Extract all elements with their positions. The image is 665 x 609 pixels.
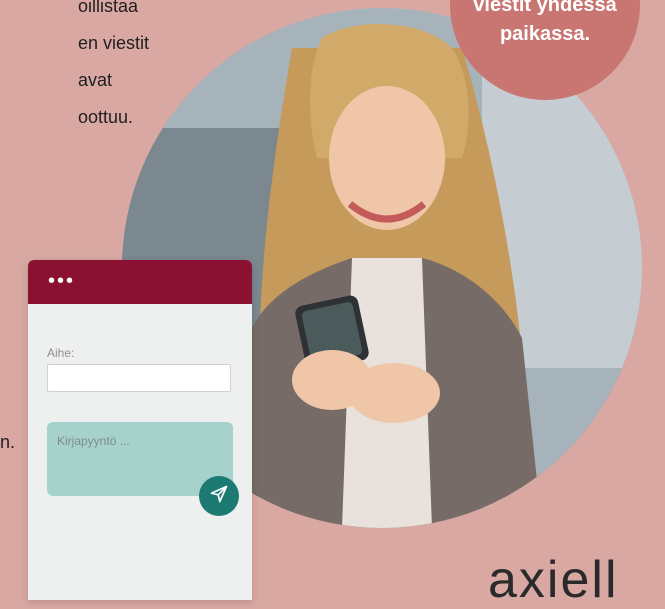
form-header: ••• xyxy=(28,260,252,304)
badge-line: paikassa. xyxy=(499,23,591,45)
window-dots-icon: ••• xyxy=(48,270,76,292)
badge-line: viestit yhdessä xyxy=(473,0,617,16)
subject-label: Aihe: xyxy=(47,346,75,360)
send-button[interactable] xyxy=(199,476,239,516)
brand-logo: axiell xyxy=(488,551,619,609)
message-placeholder: Kirjapyyntö ... xyxy=(57,434,130,448)
subject-input[interactable] xyxy=(47,364,231,392)
message-form-card: ••• Aihe: Kirjapyyntö ... xyxy=(28,260,252,600)
send-icon xyxy=(209,484,229,509)
trailing-text: n. xyxy=(0,432,16,452)
